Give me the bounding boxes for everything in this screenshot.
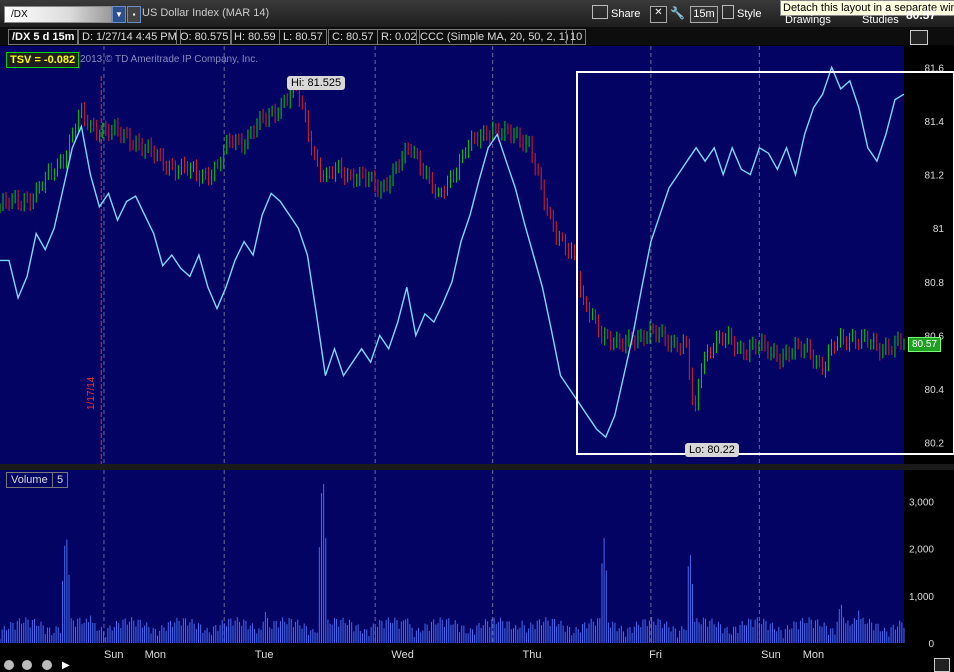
low-bubble: Lo: 80.22 — [685, 443, 739, 457]
time-axis-label: Mon — [803, 649, 824, 661]
time-axis-label: Mon — [145, 649, 166, 661]
scroll-left-icon[interactable] — [4, 660, 14, 670]
volume-tick-label: 2,000 — [909, 545, 934, 556]
tsv-label: TSV = -0.082 — [6, 52, 80, 68]
zoom-out-icon[interactable] — [42, 660, 52, 670]
date-marker-label: 1/17/14 — [86, 376, 97, 410]
cursor-icon[interactable]: ▶ — [62, 660, 72, 671]
chart-canvas: 81.681.481.28180.880.680.480.23,0002,000… — [0, 46, 954, 661]
volume-value: 5 — [52, 472, 69, 488]
volume-tick-label: 0 — [928, 639, 934, 650]
copyright-text: 2013 © TD Ameritrade IP Company, Inc. — [80, 54, 259, 65]
time-axis-label: Tue — [255, 649, 274, 661]
price-tick-label: 81 — [933, 224, 945, 235]
highlight-box — [576, 71, 954, 455]
price-tick-label: 81.4 — [925, 117, 945, 128]
price-tick-label: 81.2 — [925, 171, 945, 182]
price-tick-label: 80.4 — [925, 385, 945, 396]
time-axis-label: Thu — [523, 649, 542, 661]
price-tick-label: 80.2 — [925, 439, 945, 450]
current-price-badge: 80.57 — [908, 337, 942, 352]
time-axis-label: Sun — [104, 649, 124, 661]
indicator-line — [0, 65, 905, 439]
volume-tick-label: 3,000 — [909, 498, 934, 509]
high-bubble: Hi: 81.525 — [287, 76, 346, 90]
zoom-icon[interactable] — [22, 660, 32, 670]
price-tick-label: 80.8 — [925, 278, 945, 289]
volume-label: Volume — [6, 472, 53, 488]
time-axis-label: Fri — [649, 649, 662, 661]
volume-tick-label: 1,000 — [909, 592, 934, 603]
time-axis-label: Sun — [761, 649, 781, 661]
time-axis-label: Wed — [391, 649, 413, 661]
